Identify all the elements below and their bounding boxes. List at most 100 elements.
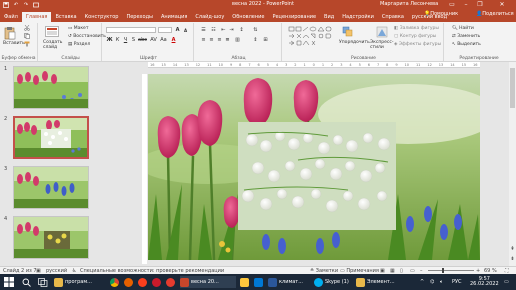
align-right-icon[interactable]: ≡ [216, 37, 223, 44]
user-name[interactable]: Маргарита Лесончева [380, 1, 438, 7]
store-icon[interactable] [254, 276, 265, 288]
bold-icon[interactable]: Ж [106, 37, 113, 44]
tab-slideshow[interactable]: Слайд-шоу [191, 12, 228, 22]
font-size-combo[interactable] [158, 27, 172, 33]
tab-help[interactable]: Справка [378, 12, 408, 22]
opera-icon[interactable] [152, 276, 163, 288]
cut-icon[interactable] [24, 24, 30, 31]
find-button[interactable]: 🔍︎ Найти [452, 26, 474, 31]
shape-fill-button[interactable]: ◧ Заливка фигуры [394, 26, 439, 31]
font-color-icon[interactable]: A [170, 37, 177, 44]
tab-view[interactable]: Вид [320, 12, 338, 22]
reset-button[interactable]: ↺ Восстановить [68, 34, 106, 39]
minimize-icon[interactable]: – [459, 0, 473, 10]
search-icon[interactable] [22, 276, 31, 288]
tab-file[interactable]: Файл [0, 12, 22, 22]
taskbar-item-explorer[interactable]: Элемент... [356, 276, 402, 288]
next-slide-icon[interactable]: ⇟ [509, 256, 516, 262]
previous-slide-icon[interactable]: ⇞ [509, 246, 516, 252]
arrange-button[interactable]: Упорядочить [339, 40, 370, 45]
slide-thumbnail-1[interactable] [13, 66, 89, 109]
increase-indent-icon[interactable]: ⇥ [228, 27, 235, 34]
notification-icon[interactable]: ▭ [504, 276, 509, 288]
align-center-icon[interactable]: ≡ [208, 37, 215, 44]
ribbon-display-options-icon[interactable]: ▭ [445, 0, 459, 10]
tab-design[interactable]: Конструктор [81, 12, 123, 22]
shape-outline-button[interactable]: ▢ Контур фигуры [394, 34, 436, 39]
taskbar-item-skype[interactable]: Skype (1) [314, 276, 352, 288]
clock[interactable]: 9:57 26.02.2022 [470, 276, 499, 288]
slide-canvas[interactable] [148, 74, 480, 260]
firefox-icon[interactable] [124, 276, 135, 288]
network-icon[interactable]: ⌬ [430, 276, 434, 288]
new-slide-icon[interactable] [45, 26, 59, 38]
redo-icon[interactable]: ↷ [22, 2, 30, 8]
undo-icon[interactable]: ↶ [12, 2, 20, 8]
align-left-icon[interactable]: ≡ [200, 37, 207, 44]
replace-button[interactable]: ⇄ Заменить [452, 34, 480, 39]
tray-chevron-icon[interactable]: ^ [420, 276, 424, 288]
quick-styles-icon[interactable] [376, 26, 388, 38]
increase-font-icon[interactable]: A [174, 27, 181, 34]
quick-styles-button[interactable]: Экспресс-стили [370, 40, 393, 50]
explorer-icon[interactable] [240, 276, 251, 288]
change-case-icon[interactable]: Aa [160, 37, 167, 44]
slide-thumbnail-3[interactable] [13, 166, 89, 209]
keyboard-language[interactable]: РУС [452, 276, 462, 288]
numbering-icon[interactable]: ☷ [210, 27, 217, 34]
yandex-icon[interactable] [138, 276, 149, 288]
yandex-browser-icon[interactable] [166, 276, 177, 288]
scrollbar-thumb[interactable] [510, 68, 515, 108]
vertical-scrollbar[interactable]: ⇞ ⇟ [509, 62, 516, 266]
tab-insert[interactable]: Вставка [51, 12, 80, 22]
text-direction-icon[interactable]: ⇅ [252, 27, 259, 34]
paste-icon[interactable] [4, 26, 16, 40]
select-button[interactable]: ↖ Выделить [452, 42, 481, 47]
slide-background-photo[interactable] [148, 74, 480, 260]
tab-update[interactable]: Обновление [228, 12, 268, 22]
slide-thumbnail-2[interactable] [13, 116, 89, 159]
start-from-beginning-icon[interactable] [32, 2, 40, 8]
close-icon[interactable]: ✕ [488, 0, 516, 10]
section-button[interactable]: ▤ Раздел [68, 42, 90, 47]
tab-review[interactable]: Рецензирование [268, 12, 320, 22]
align-text-icon[interactable]: ⇕ [252, 37, 259, 44]
font-name-combo[interactable] [106, 27, 156, 33]
paste-button[interactable]: Вставить [3, 41, 25, 46]
format-painter-icon[interactable] [24, 41, 30, 47]
shape-effects-button[interactable]: ◈ Эффекты фигуры [394, 42, 441, 47]
character-spacing-icon[interactable]: AV [150, 37, 157, 44]
volume-icon[interactable]: 🔈︎ [440, 276, 443, 288]
arrange-icon[interactable] [342, 26, 354, 38]
smartart-icon[interactable]: ⊞ [262, 37, 269, 44]
copy-icon[interactable] [24, 33, 30, 39]
share-button[interactable]: 👤Поделиться [476, 11, 514, 17]
columns-icon[interactable]: ▥ [234, 37, 241, 44]
strikethrough-icon[interactable]: abc [138, 37, 147, 44]
chrome-icon[interactable] [110, 276, 121, 288]
tell-me-search[interactable]: 💡Помощник [424, 11, 458, 17]
justify-icon[interactable]: ≣ [224, 37, 231, 44]
underline-icon[interactable]: Ч [122, 37, 129, 44]
tab-addins[interactable]: Надстройки [338, 12, 378, 22]
bullets-icon[interactable]: ☰ [200, 27, 207, 34]
tab-transitions[interactable]: Переходы [122, 12, 157, 22]
line-spacing-icon[interactable]: ↕ [238, 27, 245, 34]
save-icon[interactable] [2, 2, 10, 8]
taskbar-item-folder[interactable]: програм... [54, 276, 106, 288]
taskbar-item-word[interactable]: климат... [268, 276, 312, 288]
zoom-slider-thumb[interactable] [442, 268, 445, 273]
new-slide-button[interactable]: Создать слайд [43, 40, 65, 50]
slide-thumbnail-4[interactable] [13, 216, 89, 259]
restore-icon[interactable]: ❐ [473, 0, 487, 10]
shadow-icon[interactable]: S [130, 37, 137, 44]
shapes-gallery[interactable] [288, 26, 336, 46]
decrease-font-icon[interactable]: A [182, 27, 189, 34]
italic-icon[interactable]: К [114, 37, 121, 44]
windows-start-icon[interactable] [4, 276, 14, 288]
tab-animations[interactable]: Анимация [157, 12, 191, 22]
tab-home[interactable]: Главная [21, 12, 52, 22]
layout-button[interactable]: ▭ Макет [68, 26, 88, 31]
decrease-indent-icon[interactable]: ⇤ [220, 27, 227, 34]
taskbar-item-powerpoint[interactable]: весна 20... [180, 276, 236, 288]
